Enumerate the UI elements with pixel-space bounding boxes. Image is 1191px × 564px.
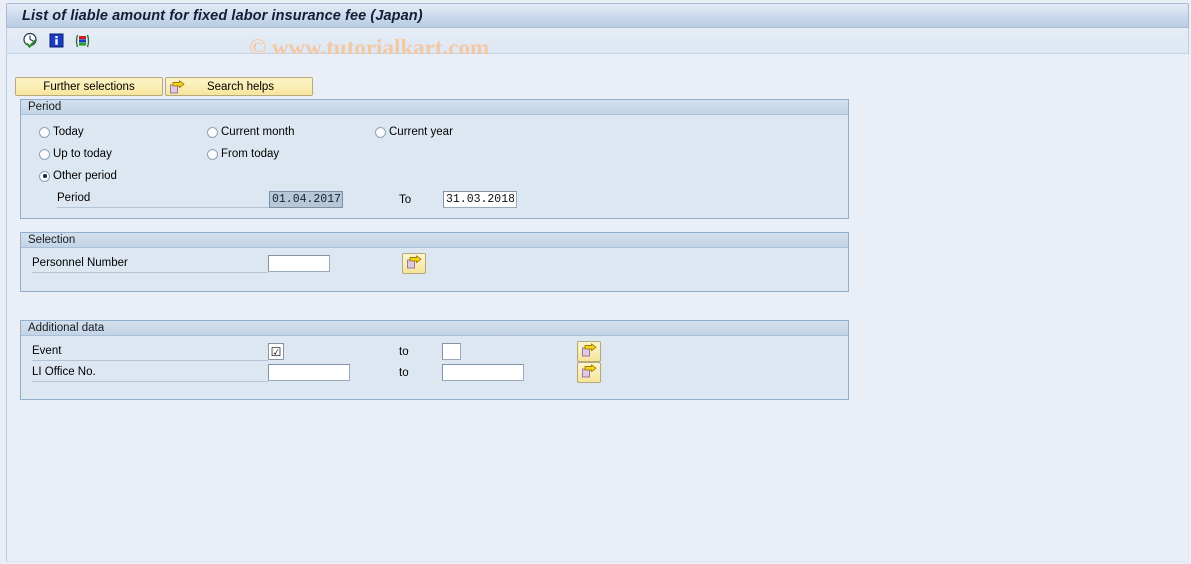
radio-up-to-today-label: Up to today: [53, 148, 112, 160]
additional-data-panel-header: Additional data: [21, 321, 848, 336]
event-multi-select-button[interactable]: [577, 341, 601, 362]
radio-today-label: Today: [53, 126, 84, 138]
period-to-input[interactable]: [443, 191, 517, 208]
radio-from-today-label: From today: [221, 148, 280, 160]
period-panel-header: Period: [21, 100, 848, 115]
event-label: Event: [32, 345, 268, 361]
radio-current-month-indicator[interactable]: [207, 126, 218, 138]
window-title-bar: List of liable amount for fixed labor in…: [6, 3, 1189, 28]
radio-other-period-indicator[interactable]: [39, 170, 50, 182]
information-icon[interactable]: [46, 31, 66, 51]
radio-other-period-label: Other period: [53, 170, 117, 182]
checkmark-icon: ☑: [270, 344, 282, 359]
li-office-no-to-input[interactable]: [442, 364, 524, 381]
period-range-label: Period: [57, 192, 269, 208]
radio-option-today[interactable]: Today: [39, 126, 84, 138]
additional-data-panel: Additional data Event ☑ to LI Office No.…: [20, 320, 849, 400]
period-panel: Period Today Current month Current year: [20, 99, 849, 219]
search-helps-button[interactable]: Search helps: [165, 77, 313, 96]
radio-option-other-period[interactable]: Other period: [39, 170, 117, 182]
radio-current-year-indicator[interactable]: [375, 126, 386, 138]
arrow-document-icon: [406, 255, 422, 272]
personnel-number-multi-select-button[interactable]: [402, 253, 426, 274]
selection-panel-header: Selection: [21, 233, 848, 248]
selection-screen-content: Further selections Search helps Period T…: [6, 54, 1189, 562]
radio-current-month-label: Current month: [221, 126, 295, 138]
radio-option-current-month[interactable]: Current month: [207, 126, 295, 138]
arrow-document-icon: [581, 364, 597, 381]
radio-current-year-label: Current year: [389, 126, 453, 138]
li-office-no-input[interactable]: [268, 364, 350, 381]
event-to-label: to: [399, 346, 409, 358]
selection-buttons-row: Further selections Search helps: [15, 77, 313, 96]
period-from-input[interactable]: [269, 191, 343, 208]
event-to-input[interactable]: [442, 343, 461, 360]
personnel-number-label: Personnel Number: [32, 257, 268, 273]
period-to-label: To: [399, 194, 412, 206]
radio-option-from-today[interactable]: From today: [207, 148, 279, 160]
radio-option-up-to-today[interactable]: Up to today: [39, 148, 112, 160]
further-selections-label: Further selections: [43, 80, 135, 93]
radio-option-current-year[interactable]: Current year: [375, 126, 453, 138]
arrow-document-icon: [581, 343, 597, 360]
radio-up-to-today-indicator[interactable]: [39, 148, 50, 160]
radio-from-today-indicator[interactable]: [207, 148, 218, 160]
radio-today-indicator[interactable]: [39, 126, 50, 138]
personnel-number-input[interactable]: [268, 255, 330, 272]
search-helps-label: Search helps: [206, 80, 275, 93]
arrow-document-icon: [170, 79, 185, 94]
selection-panel: Selection Personnel Number: [20, 232, 849, 292]
further-selections-button[interactable]: Further selections: [15, 77, 163, 96]
li-office-no-label: LI Office No.: [32, 366, 268, 382]
variant-icon[interactable]: [72, 31, 92, 51]
sap-selection-screen-window: List of liable amount for fixed labor in…: [0, 0, 1191, 564]
li-office-no-multi-select-button[interactable]: [577, 362, 601, 383]
execute-clock-icon[interactable]: [20, 31, 40, 51]
event-value-field[interactable]: ☑: [268, 343, 284, 360]
li-office-no-to-label: to: [399, 367, 409, 379]
page-title: List of liable amount for fixed labor in…: [22, 7, 423, 24]
application-toolbar: [6, 28, 1189, 54]
